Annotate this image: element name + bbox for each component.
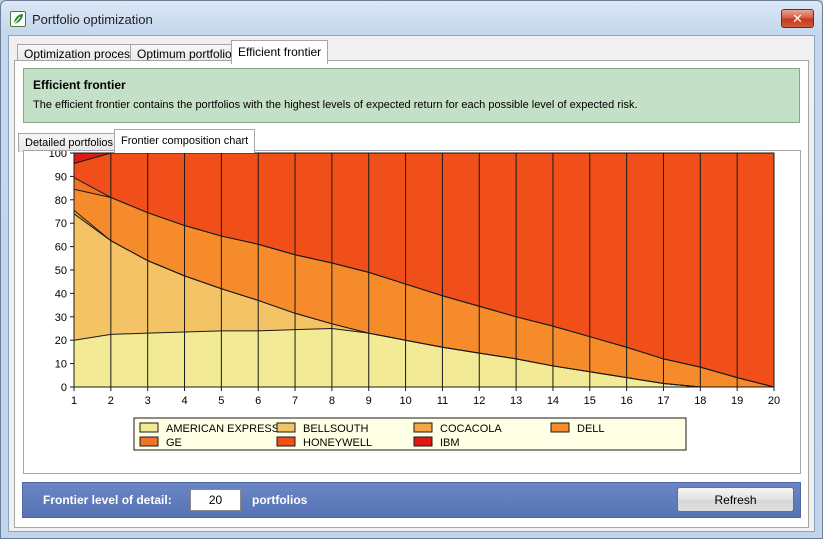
legend-swatch bbox=[276, 436, 296, 447]
x-tick-label: 11 bbox=[437, 395, 448, 407]
y-tick-label: 0 bbox=[61, 382, 67, 394]
x-tick-label: 6 bbox=[255, 395, 261, 407]
legend-swatch bbox=[139, 422, 159, 433]
efficient-frontier-panel: Efficient frontier The efficient frontie… bbox=[14, 60, 809, 528]
x-tick-label: 13 bbox=[510, 395, 522, 407]
legend-label: AMERICAN EXPRESS bbox=[166, 423, 279, 435]
y-tick-label: 50 bbox=[55, 265, 67, 277]
y-tick-label: 10 bbox=[55, 359, 67, 371]
x-tick-label: 19 bbox=[731, 395, 743, 407]
x-tick-label: 7 bbox=[292, 395, 298, 407]
legend-label: IBM bbox=[440, 437, 460, 449]
tab-efficient-frontier[interactable]: Efficient frontier bbox=[231, 40, 329, 64]
close-icon: ✕ bbox=[792, 11, 803, 26]
y-tick-label: 100 bbox=[49, 151, 67, 160]
legend-label: HONEYWELL bbox=[303, 437, 372, 449]
y-tick-label: 80 bbox=[55, 195, 67, 207]
info-description: The efficient frontier contains the port… bbox=[33, 99, 638, 111]
x-tick-label: 4 bbox=[181, 395, 187, 407]
y-tick-label: 90 bbox=[55, 171, 67, 183]
close-button[interactable]: ✕ bbox=[781, 9, 814, 28]
x-tick-label: 15 bbox=[584, 395, 596, 407]
y-tick-label: 30 bbox=[55, 312, 67, 324]
y-tick-label: 40 bbox=[55, 288, 67, 300]
detail-bar: Frontier level of detail: portfolios Ref… bbox=[22, 482, 801, 518]
y-tick-label: 20 bbox=[55, 335, 67, 347]
legend-swatch bbox=[139, 436, 159, 447]
x-tick-label: 14 bbox=[547, 395, 559, 407]
x-tick-label: 12 bbox=[473, 395, 485, 407]
info-box: Efficient frontier The efficient frontie… bbox=[23, 68, 800, 123]
window-title: Portfolio optimization bbox=[32, 12, 153, 27]
tab-frontier-composition-chart[interactable]: Frontier composition chart bbox=[114, 129, 256, 153]
title-bar: Portfolio optimization ✕ bbox=[1, 1, 822, 35]
x-tick-label: 18 bbox=[694, 395, 706, 407]
legend-label: BELLSOUTH bbox=[303, 423, 368, 435]
y-tick-label: 70 bbox=[55, 218, 67, 230]
legend-label: COCACOLA bbox=[440, 423, 502, 435]
frontier-composition-chart: 01020304050607080901001 2 3 4 5 6 7 8 9 10 11 12 13 1… bbox=[49, 151, 780, 451]
x-tick-label: 1 bbox=[71, 395, 77, 407]
x-tick-label: 16 bbox=[621, 395, 633, 407]
y-tick-label: 60 bbox=[55, 242, 67, 254]
detail-unit-label: portfolios bbox=[252, 493, 308, 507]
legend-swatch bbox=[413, 436, 433, 447]
refresh-button[interactable]: Refresh bbox=[677, 487, 794, 512]
legend-swatch bbox=[276, 422, 296, 433]
app-window: Portfolio optimization ✕ Optimization pr… bbox=[0, 0, 823, 539]
legend-label: GE bbox=[166, 437, 182, 449]
info-title: Efficient frontier bbox=[33, 78, 126, 92]
chart-panel: 0 10 20 30 40 50 60 70 80 90 100 1 2 3 4 5 6 7 8 9 10 11 12 13 1… bbox=[23, 150, 801, 474]
x-tick-label: 9 bbox=[366, 395, 372, 407]
leaf-icon bbox=[10, 11, 26, 27]
legend-swatch bbox=[413, 422, 433, 433]
detail-level-input[interactable] bbox=[190, 489, 241, 511]
x-tick-label: 20 bbox=[768, 395, 780, 407]
detail-label: Frontier level of detail: bbox=[43, 493, 172, 507]
x-tick-label: 17 bbox=[657, 395, 669, 407]
x-tick-label: 8 bbox=[329, 395, 335, 407]
x-tick-label: 5 bbox=[218, 395, 224, 407]
x-tick-label: 3 bbox=[145, 395, 151, 407]
x-tick-label: 10 bbox=[399, 395, 411, 407]
client-area: Optimization process Optimum portfolios … bbox=[8, 35, 815, 532]
legend-swatch bbox=[550, 422, 570, 433]
legend-label: DELL bbox=[577, 423, 605, 435]
x-tick-label: 2 bbox=[108, 395, 114, 407]
